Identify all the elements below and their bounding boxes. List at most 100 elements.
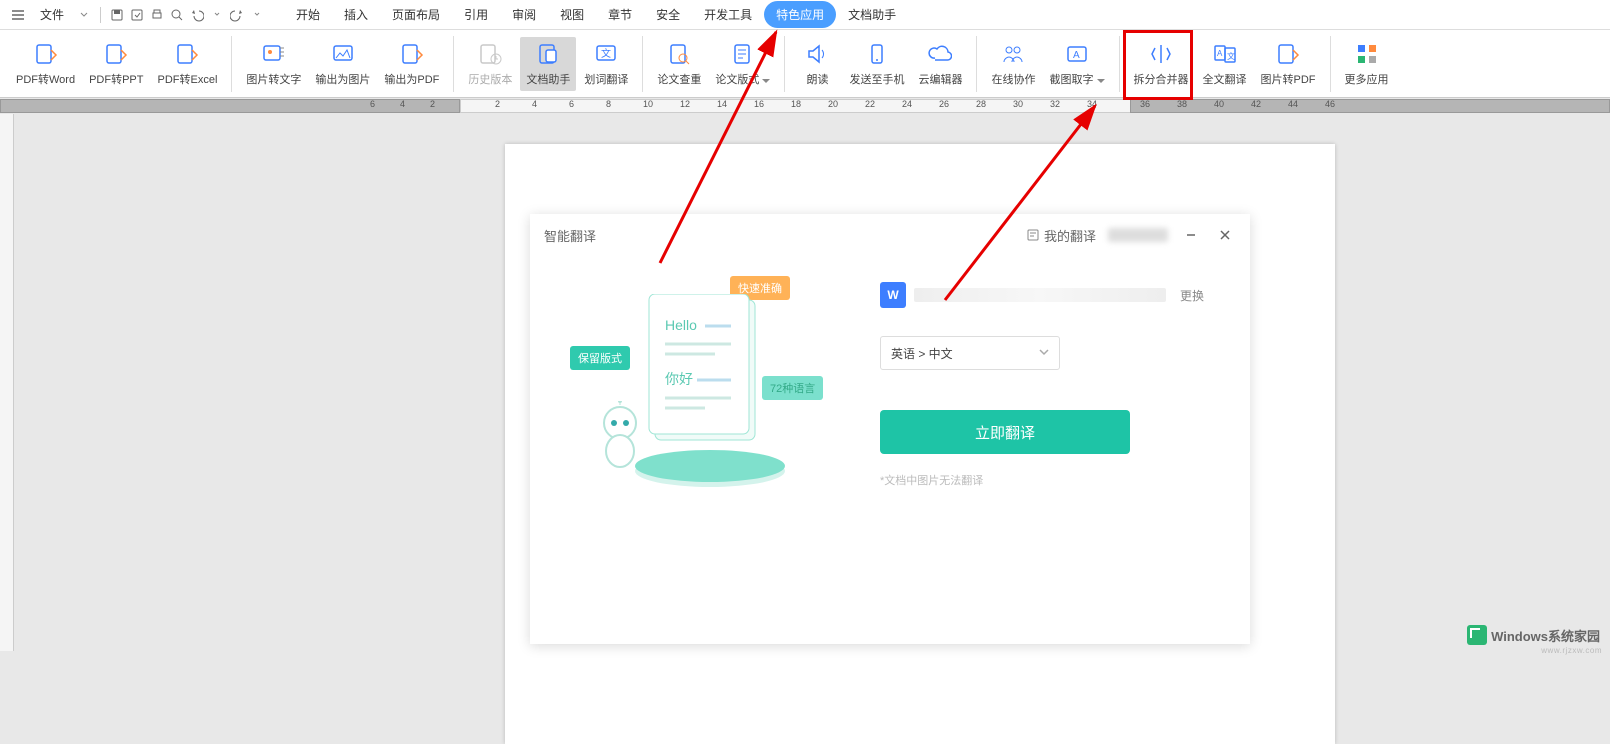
export-pdf-button[interactable]: 输出为PDF: [378, 37, 445, 91]
ruler-tick: 38: [1177, 99, 1187, 109]
ribbon-separator: [976, 36, 977, 92]
ruler-tick: 36: [1140, 99, 1150, 109]
ribbon-separator: [231, 36, 232, 92]
send-phone-button[interactable]: 发送至手机: [843, 37, 910, 91]
print-icon[interactable]: [149, 7, 165, 23]
pdf-to-word-button[interactable]: PDF转Word: [10, 37, 81, 91]
workspace: 智能翻译 我的翻译 快速准确 保留版式 72种语言: [0, 114, 1610, 651]
ruler-tick: 4: [400, 99, 405, 109]
more-apps-button[interactable]: 更多应用: [1339, 37, 1395, 91]
pdf-to-ppt-label: PDF转PPT: [89, 71, 143, 87]
ruler-tick: 8: [606, 99, 611, 109]
ribbon-separator: [642, 36, 643, 92]
tab-references[interactable]: 引用: [452, 1, 500, 28]
word-translate-button[interactable]: 文划词翻译: [578, 37, 634, 91]
tab-special-apps[interactable]: 特色应用: [764, 1, 836, 28]
screenshot-icon: A: [1064, 41, 1090, 67]
tab-insert[interactable]: 插入: [332, 1, 380, 28]
full-translate-button[interactable]: A文全文翻译: [1197, 37, 1253, 91]
watermark-text: Windows系统家园: [1491, 626, 1600, 645]
ribbon-group: 论文查重论文版式: [647, 35, 780, 93]
export-pdf-icon: [399, 41, 425, 67]
separator: [100, 7, 101, 23]
screenshot-button[interactable]: A截图取字: [1043, 37, 1110, 91]
dialog-header: 智能翻译 我的翻译: [530, 214, 1250, 256]
my-translations-icon[interactable]: 我的翻译: [1026, 226, 1096, 245]
hamburger-icon[interactable]: [10, 7, 26, 23]
tab-doc-assistant[interactable]: 文档助手: [836, 1, 908, 28]
tab-layout[interactable]: 页面布局: [380, 1, 452, 28]
read-aloud-icon: [804, 41, 830, 67]
redo-chevron-icon[interactable]: [249, 7, 265, 23]
paper-format-icon: [730, 41, 756, 67]
online-collab-button[interactable]: 在线协作: [985, 37, 1041, 91]
ribbon-group: 更多应用: [1335, 35, 1399, 93]
tab-view[interactable]: 视图: [548, 1, 596, 28]
export-img-button[interactable]: 输出为图片: [309, 37, 376, 91]
ribbon-separator: [1119, 36, 1120, 92]
tab-review[interactable]: 审阅: [500, 1, 548, 28]
translate-button[interactable]: 立即翻译: [880, 410, 1130, 454]
doc-name-blurred: [914, 288, 1166, 302]
watermark: Windows系统家园 www.rjzxw.com: [1459, 621, 1608, 649]
dialog-title: 智能翻译: [544, 226, 596, 245]
read-aloud-button[interactable]: 朗读: [793, 37, 841, 91]
split-merge-button[interactable]: 拆分合并器: [1128, 37, 1195, 91]
ruler-tick: 6: [569, 99, 574, 109]
ribbon-group: 历史版本文档助手文划词翻译: [458, 35, 638, 93]
pdf-to-ppt-button[interactable]: PDF转PPT: [83, 37, 149, 91]
horizontal-ruler: 6422468101214161820222426283032343638404…: [0, 98, 1610, 114]
redo-icon[interactable]: [229, 7, 245, 23]
cloud-edit-button[interactable]: 云编辑器: [912, 37, 968, 91]
split-merge-label: 拆分合并器: [1134, 71, 1189, 87]
export-img-label: 输出为图片: [315, 71, 370, 87]
undo-chevron-icon[interactable]: [209, 7, 225, 23]
close-button[interactable]: [1214, 224, 1236, 246]
img-to-text-button[interactable]: 图片转文字: [240, 37, 307, 91]
cloud-edit-icon: [927, 41, 953, 67]
paper-format-button[interactable]: 论文版式: [709, 37, 776, 91]
ruler-tick: 44: [1288, 99, 1298, 109]
send-phone-label: 发送至手机: [849, 71, 904, 87]
send-phone-icon: [864, 41, 890, 67]
ruler-tick: 46: [1325, 99, 1335, 109]
svg-text:A: A: [1217, 49, 1223, 58]
doc-assistant-label: 文档助手: [526, 71, 570, 87]
save-as-icon[interactable]: [129, 7, 145, 23]
save-icon[interactable]: [109, 7, 125, 23]
paper-check-icon: [666, 41, 692, 67]
dialog-controls: W 更换 英语 > 中文 立即翻译 *文档中图片无法翻译: [880, 266, 1230, 624]
swap-document-button[interactable]: 更换: [1174, 283, 1210, 308]
ribbon-separator: [453, 36, 454, 92]
img-to-pdf-button[interactable]: 图片转PDF: [1255, 37, 1322, 91]
img-to-pdf-label: 图片转PDF: [1261, 71, 1316, 87]
tab-devtools[interactable]: 开发工具: [692, 1, 764, 28]
ribbon-group: 图片转文字输出为图片输出为PDF: [236, 35, 449, 93]
chevron-down-icon: [1039, 346, 1049, 360]
tab-start[interactable]: 开始: [284, 1, 332, 28]
print-preview-icon[interactable]: [169, 7, 185, 23]
doc-assistant-button[interactable]: 文档助手: [520, 37, 576, 91]
ruler-tick: 30: [1013, 99, 1023, 109]
svg-text:文: 文: [601, 47, 611, 60]
paper-check-button[interactable]: 论文查重: [651, 37, 707, 91]
tab-chapter[interactable]: 章节: [596, 1, 644, 28]
pdf-to-excel-button[interactable]: PDF转Excel: [152, 37, 224, 91]
ribbon-group: 朗读发送至手机云编辑器: [789, 35, 972, 93]
ruler-tick: 32: [1050, 99, 1060, 109]
word-translate-label: 划词翻译: [584, 71, 628, 87]
ribbon-separator: [784, 36, 785, 92]
img-to-pdf-icon: [1275, 41, 1301, 67]
tab-security[interactable]: 安全: [644, 1, 692, 28]
minimize-button[interactable]: [1180, 224, 1202, 246]
ribbon-group: PDF转Word PDF转PPT PDF转Excel: [6, 35, 227, 93]
file-menu[interactable]: 文件: [32, 2, 72, 27]
undo-icon[interactable]: [189, 7, 205, 23]
ruler-tick: 24: [902, 99, 912, 109]
tag-keep-format: 保留版式: [570, 346, 630, 370]
ruler-tick: 4: [532, 99, 537, 109]
watermark-logo-icon: [1467, 625, 1487, 645]
language-select[interactable]: 英语 > 中文: [880, 336, 1060, 370]
language-value: 英语 > 中文: [891, 345, 953, 362]
chevron-down-icon[interactable]: [76, 7, 92, 23]
